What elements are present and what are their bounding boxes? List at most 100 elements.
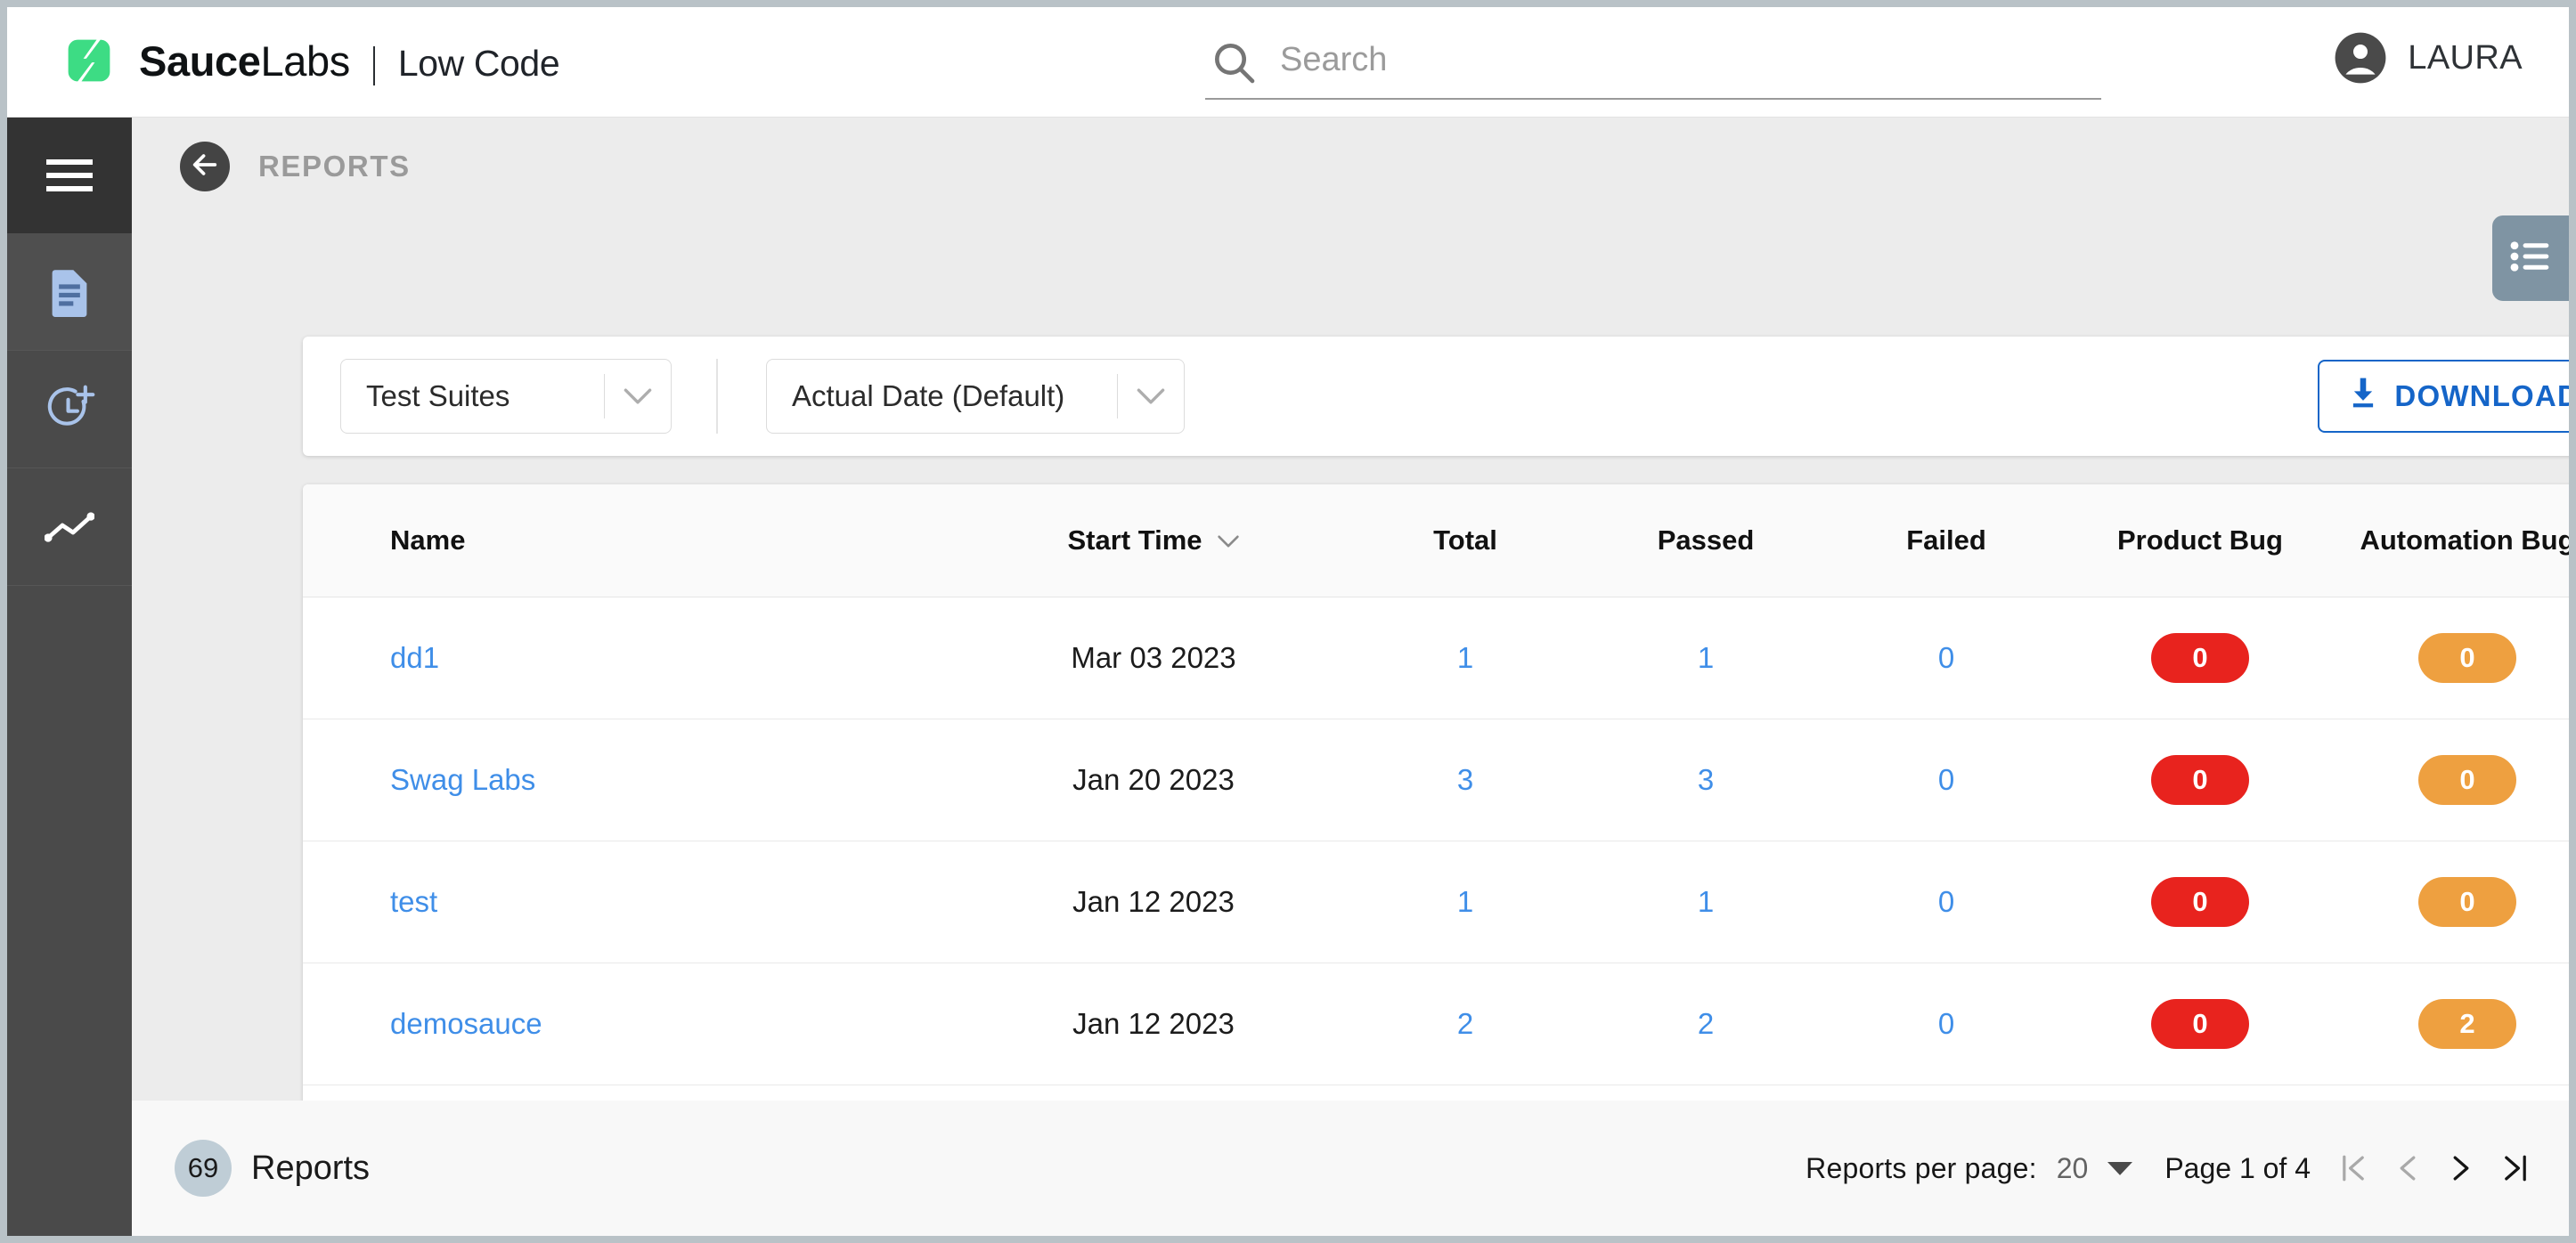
- toolbar-divider: [716, 359, 718, 434]
- cell-start-time: Jan 12 2023: [1072, 1006, 1235, 1040]
- brand-subtitle: Low Code: [397, 42, 560, 84]
- sidebar-item-reports[interactable]: [7, 233, 132, 351]
- document-icon: [46, 267, 93, 317]
- search-bar[interactable]: [1205, 27, 2101, 100]
- list-icon: [2510, 240, 2551, 277]
- cell-passed-link[interactable]: 1: [1698, 885, 1714, 918]
- brand-divider: [372, 46, 375, 86]
- filter-toolbar: Test Suites Actual Date (Default) DOWNLO…: [303, 337, 2569, 456]
- column-header-product-bug-label: Product Bug: [2117, 524, 2283, 556]
- sidebar-item-schedule[interactable]: [7, 351, 132, 468]
- table-footer: 69 Reports Reports per page: 20 Page 1 o…: [132, 1101, 2569, 1236]
- saucelabs-logo-icon: [59, 30, 119, 91]
- product-bug-badge[interactable]: 0: [2151, 754, 2249, 805]
- table-header-row: Name Start Time Total Passed Failed Prod…: [303, 484, 2569, 597]
- test-suites-select-value: Test Suites: [366, 379, 510, 412]
- table-row[interactable]: demosauce Jan 12 2023 2 2 0 0 2: [303, 963, 2569, 1085]
- report-name-link[interactable]: demosauce: [390, 1007, 542, 1040]
- automation-bug-badge[interactable]: 2: [2418, 998, 2516, 1049]
- cell-passed-link[interactable]: 1: [1698, 641, 1714, 674]
- automation-bug-badge[interactable]: 0: [2418, 632, 2516, 683]
- column-header-passed[interactable]: Passed: [1586, 484, 1826, 597]
- table-row[interactable]: Swag Labs Jan 20 2023 3 3 0 0 0: [303, 719, 2569, 841]
- last-page-button[interactable]: [2503, 1153, 2528, 1183]
- column-header-start-time-label: Start Time: [1067, 524, 1202, 556]
- column-header-automation-bug-label: Automation Bug: [2360, 524, 2569, 556]
- pagination-controls: Reports per page: 20 Page 1 of 4: [1806, 1152, 2528, 1185]
- test-suites-select[interactable]: Test Suites: [340, 359, 672, 434]
- column-header-product-bug[interactable]: Product Bug: [2067, 484, 2334, 597]
- automation-bug-badge[interactable]: 0: [2418, 754, 2516, 805]
- cell-start-time: Mar 03 2023: [1071, 640, 1236, 674]
- product-bug-badge[interactable]: 0: [2151, 998, 2249, 1049]
- table-row[interactable]: test Jan 12 2023 1 1 0 0 0: [303, 841, 2569, 963]
- brand-name-light: Labs: [260, 37, 350, 85]
- chevron-down-icon: [1118, 386, 1184, 406]
- report-name-link[interactable]: dd1: [390, 641, 439, 674]
- user-account-menu[interactable]: LAURA: [2333, 30, 2523, 85]
- report-name-link[interactable]: Swag Labs: [390, 763, 535, 796]
- avatar-icon: [2333, 30, 2388, 85]
- reports-count-badge: 69: [175, 1140, 232, 1197]
- chevron-down-icon: [605, 386, 671, 406]
- clock-plus-icon: [44, 384, 95, 435]
- previous-page-button[interactable]: [2396, 1153, 2419, 1183]
- cell-passed-link[interactable]: 2: [1698, 1007, 1714, 1040]
- brand-wordmark: SauceLabs Low Code: [139, 37, 560, 86]
- cell-failed-link[interactable]: 0: [1938, 641, 1954, 674]
- product-bug-badge[interactable]: 0: [2151, 876, 2249, 927]
- left-sidebar-rail: [7, 118, 132, 1236]
- cell-failed-link[interactable]: 0: [1938, 885, 1954, 918]
- report-name-link[interactable]: test: [390, 885, 437, 918]
- cell-failed-link[interactable]: 0: [1938, 1007, 1954, 1040]
- back-button[interactable]: [180, 142, 230, 191]
- column-header-start-time[interactable]: Start Time: [962, 484, 1345, 597]
- search-input[interactable]: [1280, 40, 2101, 85]
- cell-total-link[interactable]: 1: [1457, 641, 1473, 674]
- cell-total-link[interactable]: 3: [1457, 763, 1473, 796]
- column-header-automation-bug[interactable]: Automation Bug: [2334, 484, 2569, 597]
- column-header-name[interactable]: Name: [303, 484, 962, 597]
- main-content-area: REPORTS Test Suites Actual Date (Default…: [132, 118, 2569, 1236]
- application-window: SauceLabs Low Code LAURA: [7, 7, 2569, 1236]
- list-view-toggle-button[interactable]: [2492, 215, 2569, 301]
- download-button-label: DOWNLOAD: [2394, 379, 2569, 412]
- cell-start-time: Jan 12 2023: [1072, 884, 1235, 918]
- reports-table: Name Start Time Total Passed Failed Prod…: [303, 484, 2569, 1206]
- per-page-caret-down-icon[interactable]: [2107, 1160, 2133, 1176]
- download-icon: [2348, 377, 2378, 416]
- table-header: Name Start Time Total Passed Failed Prod…: [303, 484, 2569, 597]
- date-select-value: Actual Date (Default): [792, 379, 1065, 412]
- date-select[interactable]: Actual Date (Default): [766, 359, 1185, 434]
- cell-passed-link[interactable]: 3: [1698, 763, 1714, 796]
- brand-logo[interactable]: SauceLabs Low Code: [59, 30, 560, 91]
- next-page-button[interactable]: [2450, 1153, 2473, 1183]
- column-header-total[interactable]: Total: [1345, 484, 1586, 597]
- column-header-name-label: Name: [390, 524, 466, 556]
- page-title: REPORTS: [258, 150, 411, 183]
- column-header-total-label: Total: [1433, 524, 1497, 556]
- column-header-passed-label: Passed: [1657, 524, 1755, 556]
- automation-bug-badge[interactable]: 0: [2418, 876, 2516, 927]
- column-header-failed-label: Failed: [1906, 524, 1986, 556]
- sidebar-item-menu[interactable]: [7, 118, 132, 233]
- cell-total-link[interactable]: 2: [1457, 1007, 1473, 1040]
- hamburger-menu-icon: [46, 158, 93, 193]
- reports-count-label: Reports: [251, 1149, 371, 1187]
- per-page-label: Reports per page:: [1806, 1151, 2037, 1184]
- product-bug-badge[interactable]: 0: [2151, 632, 2249, 683]
- arrow-left-icon: [190, 150, 220, 184]
- per-page-value[interactable]: 20: [2057, 1152, 2089, 1185]
- download-button[interactable]: DOWNLOAD: [2318, 360, 2569, 433]
- cell-failed-link[interactable]: 0: [1938, 763, 1954, 796]
- cell-total-link[interactable]: 1: [1457, 885, 1473, 918]
- top-header-bar: SauceLabs Low Code LAURA: [7, 7, 2569, 118]
- page-indicator: Page 1 of 4: [2164, 1151, 2311, 1184]
- first-page-button[interactable]: [2341, 1153, 2366, 1183]
- table-row[interactable]: dd1 Mar 03 2023 1 1 0 0 0: [303, 597, 2569, 719]
- sidebar-empty-space: [7, 588, 132, 1236]
- cell-start-time: Jan 20 2023: [1072, 762, 1235, 796]
- sidebar-item-analytics[interactable]: [7, 468, 132, 586]
- column-header-failed[interactable]: Failed: [1826, 484, 2067, 597]
- sort-chevron-down-icon: [1217, 524, 1240, 557]
